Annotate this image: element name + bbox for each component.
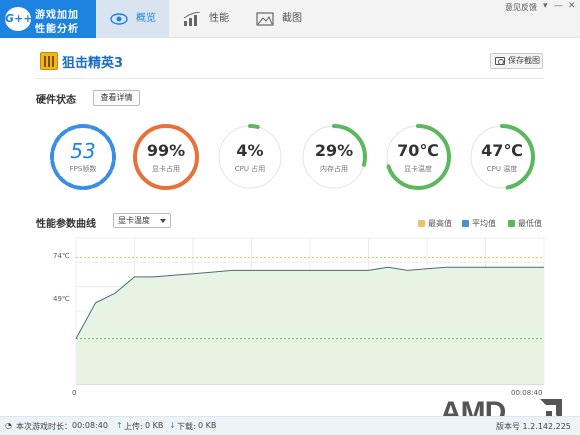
upload-label: 上传:	[124, 422, 143, 431]
x-tick-end: 00:08:40	[511, 389, 543, 397]
upload-icon: ↑	[116, 421, 123, 430]
series-area	[76, 267, 544, 384]
download-label: 下载:	[177, 422, 196, 431]
version-text: 版本号 1.2.142.225	[496, 422, 571, 431]
y-tick-min: 49℃	[53, 295, 70, 303]
duration-value: 00:08:40	[72, 421, 108, 430]
download-icon: ↓	[169, 421, 176, 430]
clock-icon: ◔	[5, 421, 12, 430]
y-tick-max: 74℃	[53, 252, 70, 260]
status-bar: ◔ 本次游戏时长： 00:08:40 ↑ 上传: 0 KB ↓ 下载: 0 KB…	[0, 416, 580, 435]
upload-value: 0 KB	[145, 421, 164, 430]
duration-label: 本次游戏时长：	[16, 422, 72, 431]
temperature-chart	[75, 237, 545, 385]
x-tick-start: 0	[72, 389, 77, 397]
download-value: 0 KB	[198, 421, 217, 430]
